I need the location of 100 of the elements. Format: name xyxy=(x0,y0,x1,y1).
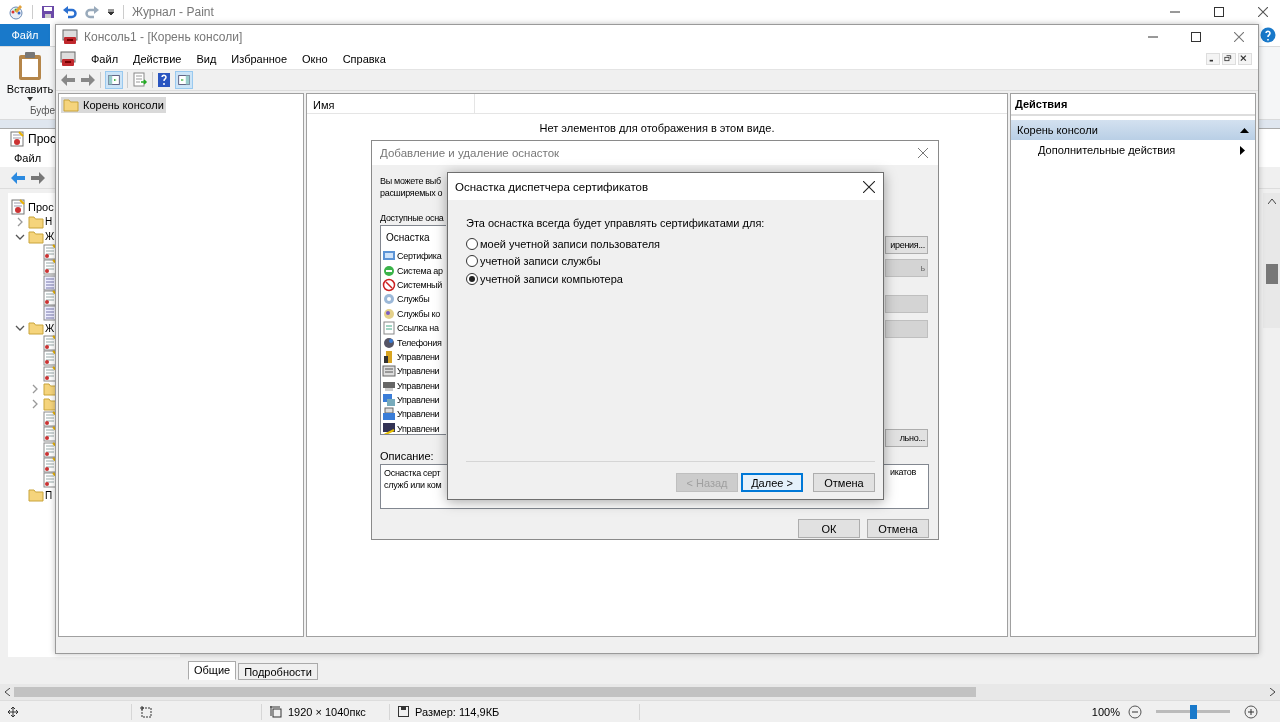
pane-header: Действия xyxy=(1011,96,1255,116)
log-icon xyxy=(43,259,57,276)
action-pane-icon[interactable] xyxy=(175,71,193,89)
tree-item[interactable]: Н xyxy=(45,216,53,228)
radio-option[interactable]: моей учетной записи пользователя xyxy=(466,235,875,253)
dropdown-icon[interactable] xyxy=(107,8,115,16)
restore-icon[interactable] xyxy=(1222,53,1236,65)
list-item[interactable]: Службы ко xyxy=(397,308,440,319)
log-icon xyxy=(43,456,57,473)
menu-item[interactable]: Файл xyxy=(91,53,119,65)
menu-item[interactable]: Справка xyxy=(342,53,386,65)
close-icon[interactable] xyxy=(1258,7,1268,17)
log-icon xyxy=(43,335,57,352)
action-item[interactable]: Дополнительные действия xyxy=(1011,140,1255,158)
list-item[interactable]: Ссылка на xyxy=(397,323,439,334)
save-icon[interactable] xyxy=(41,5,55,19)
window-title: Консоль1 - [Корень консоли] xyxy=(84,30,243,44)
event-viewer-icon xyxy=(11,198,25,215)
console-icon xyxy=(62,29,78,45)
help-icon[interactable] xyxy=(157,72,171,88)
list-label: Доступные осна xyxy=(380,213,444,223)
scrollbar[interactable] xyxy=(0,684,1280,700)
dialog-button[interactable]: ирения... xyxy=(885,236,928,254)
folder-icon xyxy=(28,214,44,229)
help-icon[interactable] xyxy=(1260,27,1276,43)
list-item[interactable]: Управлени xyxy=(397,423,440,434)
list-item[interactable]: Системный xyxy=(397,279,442,290)
tab[interactable]: Подробности xyxy=(238,663,318,680)
back-arrow-icon xyxy=(10,170,26,185)
list-icon xyxy=(43,274,57,291)
minimize-icon[interactable] xyxy=(1206,53,1220,65)
file-size: Размер: 114,9КБ xyxy=(415,705,500,718)
log-icon xyxy=(43,441,57,458)
file-tab[interactable]: Файл xyxy=(0,24,50,46)
action-group-header[interactable]: Корень консоли xyxy=(1011,120,1255,140)
dialog-button[interactable]: льно... xyxy=(885,429,928,447)
window-title: Прос xyxy=(28,132,56,146)
tree-item[interactable]: Прос xyxy=(28,200,54,213)
zoom-in-icon[interactable] xyxy=(1244,704,1258,719)
dialog-button[interactable]: Отмена xyxy=(867,519,929,538)
list-item[interactable]: Система ар xyxy=(397,265,443,276)
list-item[interactable]: Сертифика xyxy=(397,251,442,262)
close-icon[interactable] xyxy=(863,180,875,193)
tree-item[interactable]: Ж xyxy=(45,322,55,334)
list-item[interactable]: Управлени xyxy=(397,351,440,362)
export-list-icon[interactable] xyxy=(132,72,148,88)
snap-in-icon xyxy=(382,421,396,434)
intro-text: Вы можете выб расширяемых о xyxy=(380,175,443,199)
dialog-title: Оснастка диспетчера сертификатов xyxy=(455,180,649,193)
maximize-icon[interactable] xyxy=(1191,32,1201,42)
tree-item[interactable]: П xyxy=(45,489,53,501)
snap-in-icon xyxy=(382,364,396,379)
prompt-text: Эта оснастка всегда будет управлять сертификатами для: xyxy=(466,217,766,229)
menu-item[interactable]: Окно xyxy=(302,53,328,65)
console-tree-icon[interactable] xyxy=(105,71,123,89)
zoom-out-icon[interactable] xyxy=(1128,704,1142,719)
dialog-button[interactable]: ОК xyxy=(798,519,860,538)
radio-button[interactable] xyxy=(466,255,478,268)
forward-arrow-icon xyxy=(80,73,96,87)
list-item[interactable]: Управлени xyxy=(397,366,440,377)
scroll-thumb[interactable] xyxy=(1265,264,1278,284)
list-item[interactable]: Управлени xyxy=(397,409,440,420)
caret-icon xyxy=(27,97,33,101)
paint-app-icon[interactable] xyxy=(8,4,24,20)
scrollbar[interactable] xyxy=(1263,193,1280,328)
forward-arrow-icon xyxy=(30,170,46,185)
maximize-icon[interactable] xyxy=(1214,7,1224,17)
undo-icon[interactable] xyxy=(63,5,77,19)
scroll-up-icon xyxy=(1267,198,1276,204)
tree-item[interactable]: Ж xyxy=(45,231,55,243)
paste-button[interactable]: Вставить xyxy=(4,51,56,101)
radio-option[interactable]: учетной записи службы xyxy=(466,252,875,270)
redo-icon[interactable] xyxy=(85,5,99,19)
menu-item[interactable]: Избранное xyxy=(231,53,288,65)
column-header[interactable]: Оснастка xyxy=(382,229,434,249)
tree-item[interactable]: Корень консоли xyxy=(61,97,166,113)
console-icon xyxy=(60,51,76,67)
snap-in-icon xyxy=(382,393,396,408)
list-item[interactable]: Управлени xyxy=(397,395,440,406)
log-icon xyxy=(43,471,57,488)
log-icon xyxy=(43,411,57,428)
list-item[interactable]: Службы xyxy=(397,294,430,305)
radio-option[interactable]: учетной записи компьютера xyxy=(466,270,875,288)
column-header[interactable]: Имя xyxy=(307,94,475,113)
menu-item[interactable]: Файл xyxy=(14,152,42,164)
menu-item[interactable]: Действие xyxy=(133,53,182,65)
radio-button[interactable] xyxy=(466,237,478,250)
empty-message: Нет элементов для отображения в этом виде. xyxy=(539,122,775,134)
folder-icon xyxy=(28,321,44,336)
tab[interactable]: Общие xyxy=(188,661,237,680)
slider-thumb[interactable] xyxy=(1190,704,1197,719)
radio-button[interactable] xyxy=(466,272,478,285)
dialog-button[interactable]: Отмена xyxy=(813,473,875,492)
folder-icon xyxy=(28,488,44,503)
description-text: икатов xyxy=(890,467,916,479)
dialog-button[interactable]: Далее > xyxy=(741,473,803,492)
list-item[interactable]: Управлени xyxy=(397,380,440,391)
menu-item[interactable]: Вид xyxy=(196,53,217,65)
save-icon xyxy=(398,706,409,717)
list-item[interactable]: Телефония xyxy=(397,337,442,348)
